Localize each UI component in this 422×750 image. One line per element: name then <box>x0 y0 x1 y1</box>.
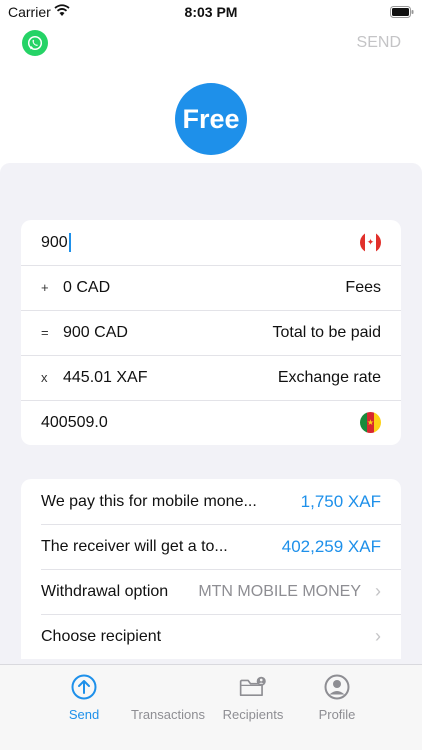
withdrawal-option-row[interactable]: Withdrawal option MTN MOBILE MONEY › <box>21 569 401 614</box>
free-badge: Free <box>175 83 247 155</box>
withdrawal-option-value: MTN MOBILE MONEY <box>198 582 361 600</box>
whatsapp-icon <box>27 35 43 51</box>
mobile-money-fee-label: We pay this for mobile mone... <box>41 492 257 510</box>
info-card: We pay this for mobile mone... 1,750 XAF… <box>21 479 401 659</box>
tab-profile[interactable]: Profile <box>287 673 387 722</box>
equals-sign: = <box>41 325 49 340</box>
fees-row: + 0 CAD Fees <box>21 265 401 310</box>
send-icon <box>70 673 98 701</box>
exchange-rate-row: x 445.01 XAF Exchange rate <box>21 355 401 400</box>
amount-value: 900 <box>41 233 68 251</box>
total-value: 900 CAD <box>63 323 128 341</box>
exchange-rate-label: Exchange rate <box>277 368 381 386</box>
choose-recipient-label: Choose recipient <box>41 627 162 645</box>
mobile-money-fee-row: We pay this for mobile mone... 1,750 XAF <box>21 479 401 524</box>
choose-recipient-row[interactable]: Choose recipient › <box>21 614 401 659</box>
receiver-total-value: 402,259 XAF <box>281 536 381 556</box>
amount-row[interactable]: 900 ✦ <box>21 220 401 265</box>
total-row: = 900 CAD Total to be paid <box>21 310 401 355</box>
send-button[interactable]: SEND <box>357 34 401 52</box>
received-amount-input[interactable]: 400509.0 <box>41 414 360 432</box>
text-caret <box>68 233 71 252</box>
withdrawal-option-label: Withdrawal option <box>41 582 169 600</box>
exchange-rate-value: 445.01 XAF <box>63 368 148 386</box>
transactions-icon <box>154 673 182 701</box>
tab-transactions-label: Transactions <box>131 707 205 722</box>
tab-recipients-label: Recipients <box>222 707 284 722</box>
whatsapp-button[interactable] <box>22 30 48 56</box>
profile-icon <box>323 673 351 701</box>
plus-sign: + <box>41 280 49 295</box>
cameroon-flag-icon[interactable]: ★ <box>360 412 381 433</box>
mobile-money-fee-value: 1,750 XAF <box>300 491 381 511</box>
tab-bar: Send Transactions Recipients Profile <box>0 664 422 750</box>
chevron-right-icon: › <box>375 581 381 601</box>
total-label: Total to be paid <box>272 323 381 341</box>
tab-send-label: Send <box>68 707 100 722</box>
clock: 8:03 PM <box>184 4 238 20</box>
battery-icon <box>390 6 414 18</box>
recipients-icon <box>239 673 267 701</box>
receiver-total-row: The receiver will get a to... 402,259 XA… <box>21 524 401 569</box>
calculator-card: 900 ✦ + 0 CAD Fees = 900 CAD Total to be… <box>21 220 401 445</box>
amount-input[interactable]: 900 <box>41 233 360 252</box>
canada-flag-icon[interactable]: ✦ <box>360 232 381 253</box>
receiver-total-label: The receiver will get a to... <box>41 537 228 555</box>
status-bar: Carrier 8:03 PM <box>0 0 422 24</box>
received-row[interactable]: 400509.0 ★ <box>21 400 401 445</box>
multiply-sign: x <box>41 370 48 385</box>
tab-profile-label: Profile <box>318 707 356 722</box>
fees-label: Fees <box>345 278 381 296</box>
chevron-right-icon: › <box>375 626 381 646</box>
fees-value: 0 CAD <box>63 278 111 296</box>
